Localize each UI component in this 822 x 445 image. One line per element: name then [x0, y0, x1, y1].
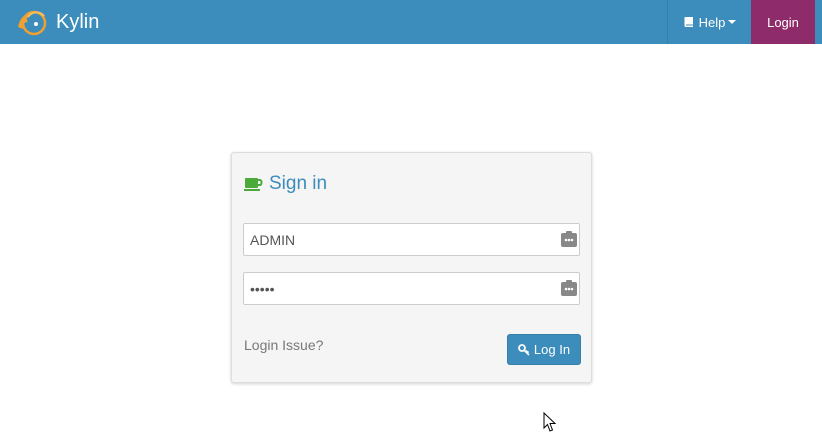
key-icon [518, 343, 530, 356]
username-field[interactable] [243, 223, 580, 256]
sign-in-heading: Sign in [269, 173, 328, 194]
book-icon [683, 16, 695, 28]
log-in-button[interactable]: Log In [507, 334, 581, 365]
caret-down-icon [728, 18, 737, 26]
login-nav-item[interactable]: Login [751, 0, 815, 44]
log-in-label: Log In [533, 342, 571, 357]
coffee-icon [244, 176, 264, 192]
contact-card-icon [561, 280, 577, 296]
kylin-logo-icon [14, 7, 48, 37]
mouse-pointer-icon [543, 411, 557, 437]
top-navbar: Kylin Help Login [0, 0, 822, 44]
panel-title: Sign in [244, 173, 327, 195]
password-field[interactable] [243, 272, 580, 305]
brand[interactable]: Kylin [14, 6, 99, 38]
login-panel: Sign in Login Issue? [231, 152, 592, 383]
contact-card-icon [561, 231, 577, 247]
help-menu[interactable]: Help [667, 0, 751, 44]
help-label: Help [698, 14, 726, 30]
login-issue-link[interactable]: Login Issue? [244, 337, 323, 353]
login-nav-label: Login [767, 14, 799, 30]
password-input[interactable] [244, 273, 550, 304]
brand-name: Kylin [56, 10, 100, 33]
username-input[interactable] [244, 224, 550, 255]
